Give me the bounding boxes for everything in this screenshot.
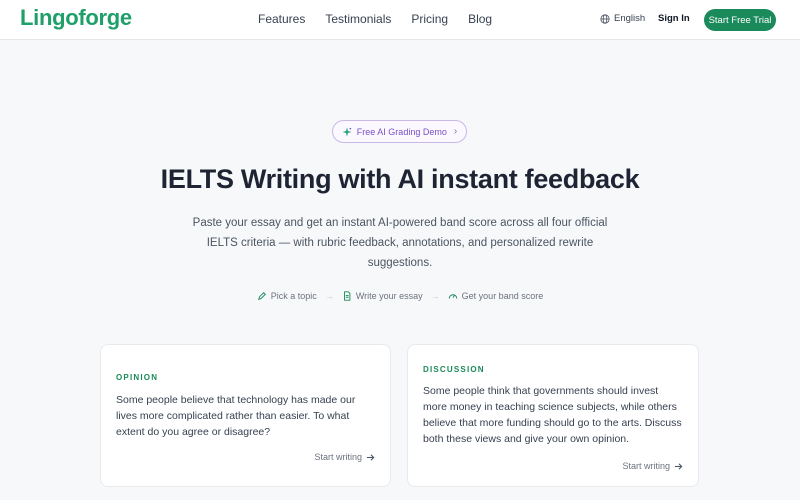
arrow-right-icon — [674, 462, 683, 470]
step-label: Get your band score — [461, 291, 544, 301]
badge-label: Free AI Grading Demo — [356, 126, 447, 137]
topic-prompt: Some people believe that technology has … — [116, 394, 356, 438]
steps-row: Pick a topic → Write your essay → Get yo… — [0, 291, 800, 301]
hero-subtitle: Paste your essay and get an instant AI-p… — [192, 217, 608, 269]
topic-card-discussion[interactable]: DISCUSSION Some people think that govern… — [407, 344, 699, 487]
step-write-essay: Write your essay — [342, 291, 423, 301]
main-nav: Features Testimonials Pricing Blog — [258, 12, 492, 26]
arrow-separator-icon: → — [324, 291, 334, 301]
sparkle-icon — [342, 126, 352, 137]
topic-card-opinion[interactable]: OPINION Some people believe that technol… — [100, 344, 391, 487]
sign-in-link[interactable]: Sign In — [658, 13, 690, 24]
arrow-separator-icon: → — [430, 291, 440, 301]
language-label: English — [614, 13, 646, 24]
start-writing-link[interactable]: Start writing — [622, 461, 683, 471]
start-free-trial-button[interactable]: Start Free Trial — [704, 9, 776, 31]
nav-blog[interactable]: Blog — [468, 12, 492, 26]
language-selector[interactable]: English — [600, 13, 645, 24]
arrow-right-icon — [366, 453, 375, 461]
logo[interactable]: Lingoforge — [20, 5, 132, 31]
topic-prompt: Some people think that governments shoul… — [423, 385, 682, 445]
chevron-right-icon: › — [453, 126, 458, 137]
globe-icon — [600, 13, 610, 24]
start-writing-label: Start writing — [622, 461, 670, 471]
page-title: IELTS Writing with AI instant feedback — [160, 164, 640, 194]
pencil-leaf-icon — [257, 292, 266, 301]
start-writing-label: Start writing — [314, 452, 362, 462]
step-label: Pick a topic — [270, 291, 317, 301]
free-ai-grading-demo-badge[interactable]: Free AI Grading Demo › — [332, 120, 467, 143]
step-pick-topic: Pick a topic — [257, 291, 317, 301]
logo-text: Lingoforge — [20, 5, 132, 30]
nav-testimonials[interactable]: Testimonials — [325, 12, 391, 26]
top-navigation-bar: Lingoforge Features Testimonials Pricing… — [0, 0, 800, 40]
document-icon — [343, 291, 351, 301]
topic-type-tag: OPINION — [116, 373, 159, 382]
gauge-icon — [448, 294, 457, 299]
nav-features[interactable]: Features — [258, 12, 305, 26]
step-label: Write your essay — [355, 291, 423, 301]
step-get-band-score: Get your band score — [448, 291, 544, 301]
topic-type-tag: DISCUSSION — [423, 365, 485, 374]
start-writing-link[interactable]: Start writing — [314, 452, 375, 462]
nav-pricing[interactable]: Pricing — [411, 12, 448, 26]
